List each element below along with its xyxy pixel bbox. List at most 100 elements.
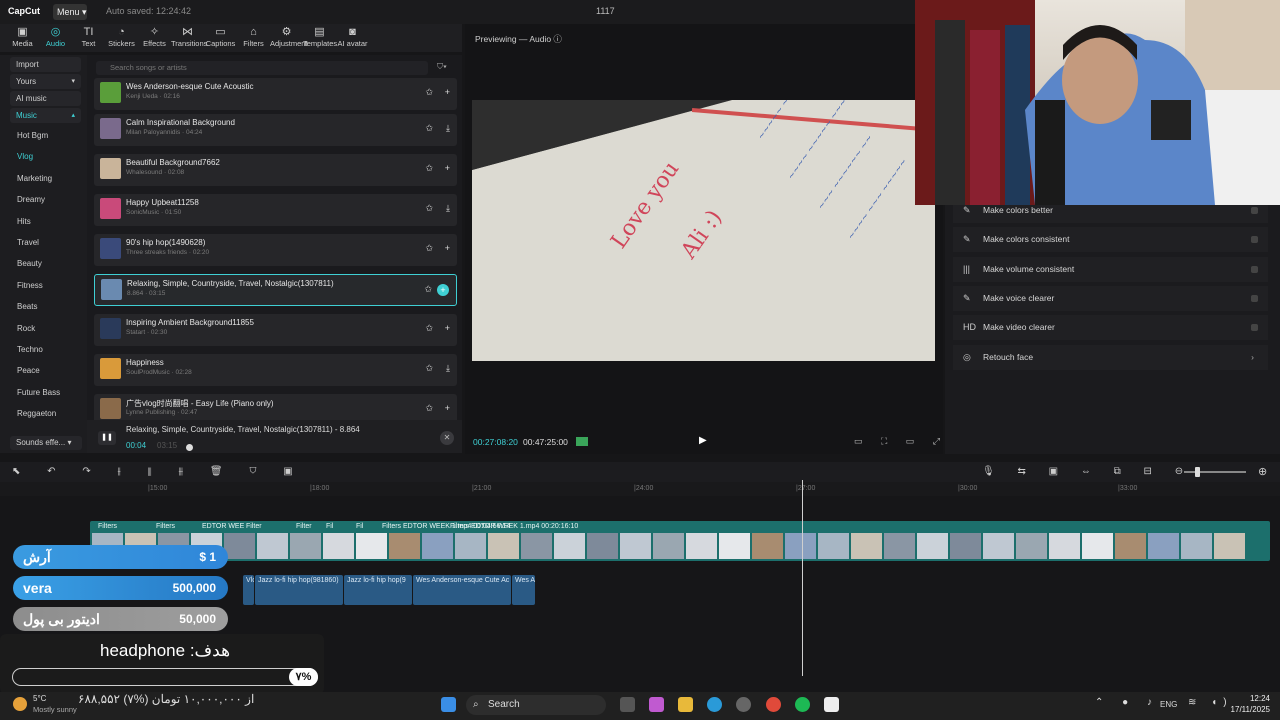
- tab-ai-avatar[interactable]: ◙ AI avatar: [336, 24, 369, 52]
- file-explorer-icon[interactable]: [678, 697, 693, 712]
- song-item[interactable]: Inspiring Ambient Background11855 Statar…: [94, 314, 457, 346]
- tray-icons[interactable]: ⌃ ● ♪: [1095, 697, 1160, 708]
- sidebar-item-fitness[interactable]: Fitness: [0, 275, 87, 296]
- tab-media[interactable]: ▣ Media: [6, 24, 39, 52]
- search-input[interactable]: Search songs or artists: [96, 61, 428, 75]
- song-item[interactable]: Wes Anderson-esque Cute Acoustic Kenji U…: [94, 78, 457, 110]
- toggle[interactable]: [1251, 294, 1258, 302]
- sidebar-item-vlog[interactable]: Vlog: [0, 146, 87, 167]
- audio-clip[interactable]: Jazz lo-fi hip hop(9: [344, 575, 412, 605]
- tab-audio[interactable]: ◎ Audio: [39, 24, 72, 52]
- tab-text[interactable]: TI Text: [72, 24, 105, 52]
- close-icon[interactable]: ✕: [440, 431, 454, 445]
- toggle[interactable]: [1251, 265, 1258, 273]
- song-item[interactable]: Happiness SoulProdMusic · 02:28 ✩ ⤓: [94, 354, 457, 386]
- capcut-icon[interactable]: [824, 697, 839, 712]
- favorite-icon[interactable]: ✩: [425, 363, 433, 374]
- sidebar-item-techno[interactable]: Techno: [0, 339, 87, 360]
- add-icon[interactable]: +: [445, 323, 450, 333]
- favorite-icon[interactable]: ✩: [425, 87, 433, 98]
- sidebar-item-marketing[interactable]: Marketing: [0, 168, 87, 189]
- toggle[interactable]: [1251, 207, 1258, 214]
- song-item[interactable]: Happy Upbeat11258 SonicMusic · 01:50 ✩ ⤓: [94, 194, 457, 226]
- favorite-icon[interactable]: ✩: [425, 243, 433, 254]
- settings-icon[interactable]: [736, 697, 751, 712]
- timeline-controls[interactable]: 🎙 ⇆ ▣ ⇔ ⧉ ⊟ ⊖: [982, 466, 1193, 477]
- enhance-item[interactable]: ✎ Make colors consistent: [953, 227, 1268, 253]
- sidebar-item-dreamy[interactable]: Dreamy: [0, 189, 87, 210]
- enhance-item[interactable]: ◎ Retouch face ›: [953, 344, 1268, 370]
- download-icon[interactable]: ⤓: [446, 363, 450, 374]
- sidebar-item-travel[interactable]: Travel: [0, 232, 87, 253]
- windows-start-icon[interactable]: [441, 697, 456, 712]
- play-button[interactable]: ▶: [699, 435, 707, 446]
- favorite-icon[interactable]: ✩: [424, 284, 432, 295]
- zoom-handle[interactable]: [1195, 467, 1200, 477]
- playhead[interactable]: [802, 480, 803, 676]
- song-item[interactable]: Calm Inspirational Background Milan Palo…: [94, 114, 457, 146]
- tab-templates[interactable]: ▤ Templates: [303, 24, 337, 52]
- sidebar-item-hits[interactable]: Hits: [0, 211, 87, 232]
- clock-time[interactable]: 12:24: [1240, 694, 1270, 703]
- edge-icon[interactable]: [707, 697, 722, 712]
- audio-clip[interactable]: Wes Anderson-esque Cute Ac: [413, 575, 511, 605]
- tab-stickers[interactable]: ◔ Stickers: [105, 24, 138, 52]
- tab-captions[interactable]: ▭ Captions: [204, 24, 237, 52]
- add-icon[interactable]: +: [445, 243, 450, 253]
- zoom-in-icon[interactable]: ⊕: [1258, 465, 1267, 478]
- sidebar-item-yours[interactable]: Yours ▾: [10, 74, 81, 89]
- chrome-icon[interactable]: [766, 697, 781, 712]
- sidebar-item-beauty[interactable]: Beauty: [0, 253, 87, 274]
- song-item[interactable]: Beautiful Background7662 Whalesound · 02…: [94, 154, 457, 186]
- enhance-item[interactable]: HD Make video clearer: [953, 315, 1268, 341]
- video-track[interactable]: const lx=[8,66,112,156,206,236,266,292,3…: [90, 521, 1270, 561]
- favorite-icon[interactable]: ✩: [425, 323, 433, 334]
- tab-filters[interactable]: ⌂ Filters: [237, 24, 270, 52]
- favorite-icon[interactable]: ✩: [425, 403, 433, 414]
- add-icon[interactable]: +: [445, 87, 450, 97]
- add-icon[interactable]: +: [437, 284, 449, 296]
- menu-button[interactable]: Menu ▾: [53, 4, 87, 20]
- zoom-slider[interactable]: [1184, 471, 1246, 473]
- tab-effects[interactable]: ✧ Effects: [138, 24, 171, 52]
- pause-button[interactable]: ❚❚: [98, 431, 116, 445]
- favorite-icon[interactable]: ✩: [425, 203, 433, 214]
- filter-icon[interactable]: ⛉▾: [437, 62, 447, 72]
- sidebar-item-beats[interactable]: Beats: [0, 296, 87, 317]
- audio-clip[interactable]: Jazz lo-fi hip hop(981860): [255, 575, 343, 605]
- enhance-item[interactable]: ||| Make volume consistent: [953, 256, 1268, 282]
- sidebar-item-music[interactable]: Music ▴: [10, 108, 81, 123]
- favorite-icon[interactable]: ✩: [425, 163, 433, 174]
- toggle[interactable]: [1251, 236, 1258, 244]
- download-icon[interactable]: ⤓: [446, 203, 450, 214]
- sidebar-item-rock[interactable]: Rock: [0, 318, 87, 339]
- language-indicator[interactable]: ENG: [1160, 700, 1177, 709]
- sidebar-item-future-bass[interactable]: Future Bass: [0, 382, 87, 403]
- audio-track[interactable]: Vlo Jazz lo-fi hip hop(981860) Jazz lo-f…: [243, 575, 535, 605]
- spotify-icon[interactable]: [795, 697, 810, 712]
- add-icon[interactable]: +: [445, 403, 450, 413]
- audio-clip[interactable]: Vlo: [243, 575, 254, 605]
- add-icon[interactable]: +: [445, 163, 450, 173]
- view-controls[interactable]: ▭ ⛶ ▭ ⤢: [854, 436, 948, 447]
- sidebar-item-ai-music[interactable]: AI music: [10, 91, 81, 106]
- copilot-icon[interactable]: [649, 697, 664, 712]
- sidebar-item-peace[interactable]: Peace: [0, 360, 87, 381]
- progress-handle[interactable]: [186, 444, 193, 451]
- tab-adjustment[interactable]: ⚙ Adjustment: [270, 24, 308, 52]
- clock-date[interactable]: 17/11/2025: [1218, 705, 1270, 714]
- toggle[interactable]: [1251, 324, 1258, 332]
- tab-transitions[interactable]: ⋈ Transitions: [171, 24, 207, 52]
- edit-tools[interactable]: ⬉ ↶ ↷ ⫲ ⫴ ⫵ 🗑 ⛉ ▣: [12, 466, 305, 477]
- sidebar-item-reggaeton[interactable]: Reggaeton: [0, 403, 87, 424]
- download-icon[interactable]: ⤓: [446, 123, 450, 134]
- taskbar-search[interactable]: ⌕ Search: [466, 695, 606, 715]
- sound-effects-button[interactable]: Sounds effe... ▾: [10, 436, 82, 450]
- task-view-icon[interactable]: [620, 697, 635, 712]
- song-item[interactable]: Relaxing, Simple, Countryside, Travel, N…: [94, 274, 457, 306]
- favorite-icon[interactable]: ✩: [425, 123, 433, 134]
- audio-clip[interactable]: Wes A: [512, 575, 535, 605]
- song-item[interactable]: 90's hip hop(1490628) Three streaks frie…: [94, 234, 457, 266]
- sidebar-item-import[interactable]: Import: [10, 57, 81, 72]
- sidebar-item-hot-bgm[interactable]: Hot Bgm: [0, 125, 87, 146]
